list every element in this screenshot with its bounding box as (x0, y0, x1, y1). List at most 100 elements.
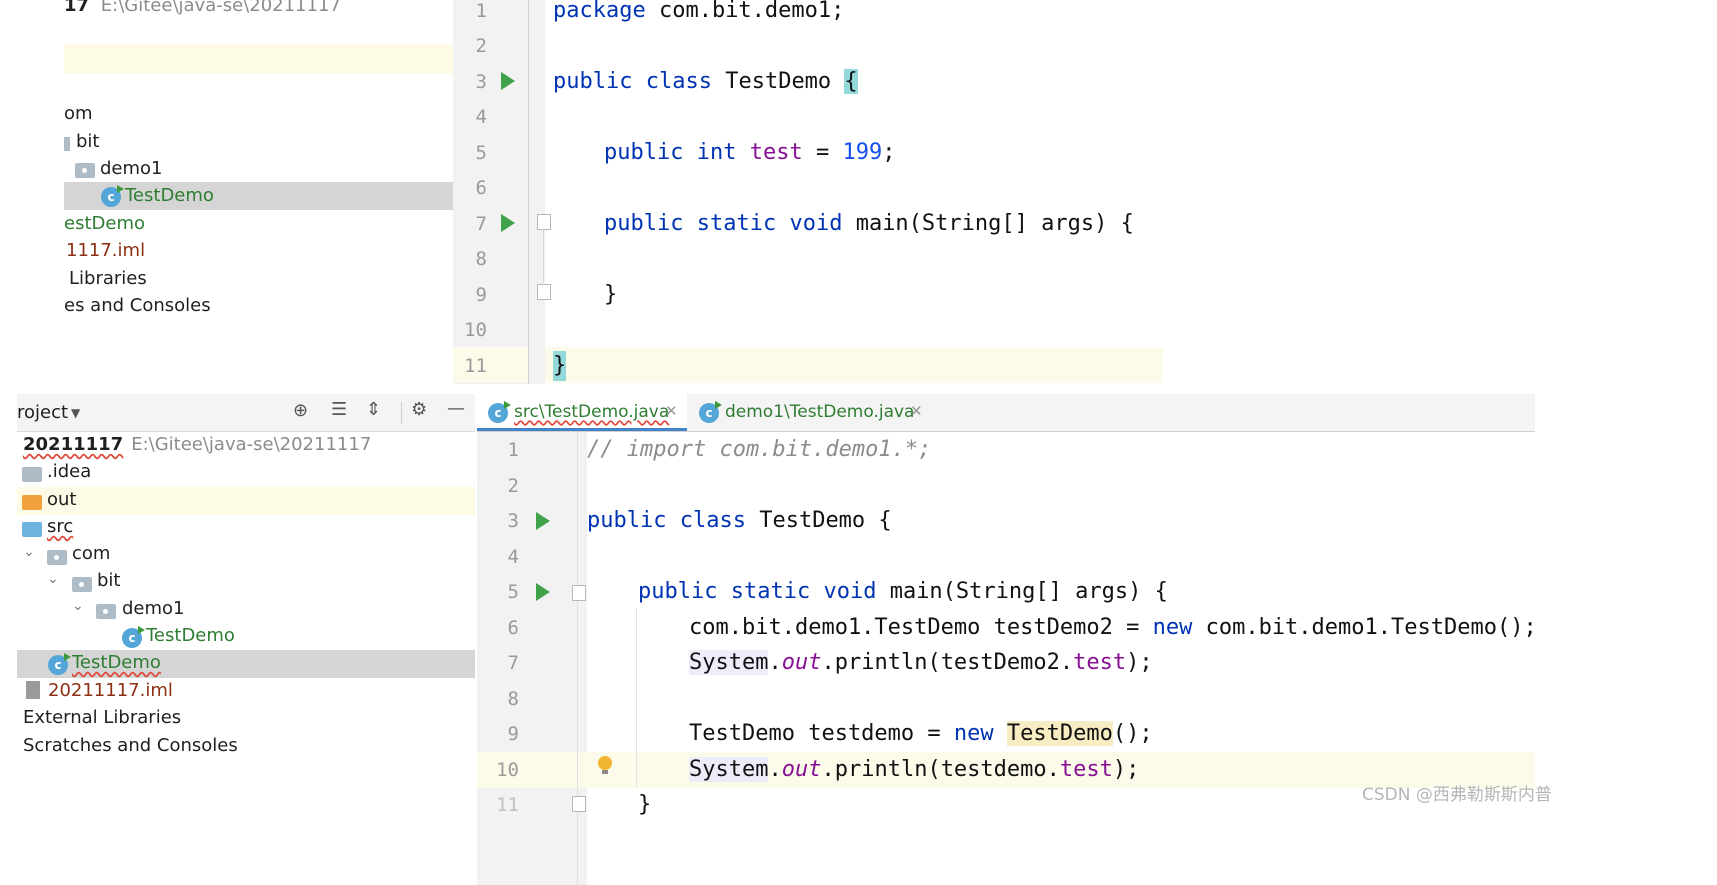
top-project-tree: 17 E:\Gitee\java-se\20211117 om bit demo… (64, 0, 453, 380)
line-number: 1 (507, 439, 519, 461)
gutter-divider (577, 432, 578, 885)
collapse-all-icon[interactable]: ⇕ (366, 399, 381, 420)
run-icon[interactable] (501, 214, 515, 232)
chevron-down-icon[interactable]: ▼ (71, 406, 80, 420)
code-line-3[interactable]: public class TestDemo { (587, 506, 892, 536)
tree-item-testdemo-pkg[interactable]: TestDemo (146, 624, 235, 648)
code-line-5[interactable]: public static void main(String[] args) { (638, 577, 1168, 607)
current-line-highlight (545, 347, 1163, 383)
code-line-7[interactable]: public static void main(String[] args) { (604, 209, 1134, 239)
code-line-11[interactable]: } (638, 790, 651, 820)
folder-icon (22, 464, 42, 483)
lightbulb-icon[interactable] (598, 756, 612, 770)
top-tree-com[interactable]: om (64, 102, 93, 126)
code-line-11[interactable]: } (553, 351, 567, 381)
tree-item-idea[interactable]: .idea (47, 460, 91, 484)
top-tree-highlight-row (64, 44, 453, 74)
line-number: 5 (507, 581, 519, 603)
indent-guide (636, 608, 637, 788)
code-line-10[interactable]: System.out.println(testdemo.test); (689, 755, 1139, 785)
line-number: 6 (507, 617, 519, 639)
root-path: E:\Gitee\java-se\20211117 (100, 0, 341, 16)
tab-label: demo1\TestDemo.java (725, 402, 915, 422)
top-tree-testdemo-root[interactable]: estDemo (64, 212, 145, 236)
tree-root[interactable]: 20211117 E:\Gitee\java-se\20211117 (23, 433, 371, 457)
run-icon[interactable] (536, 512, 550, 530)
top-editor: 1 2 3 4 5 6 7 8 9 10 11 package com.bit.… (453, 0, 1163, 384)
java-class-icon: c (488, 400, 511, 423)
tree-item-external-libraries[interactable]: External Libraries (23, 706, 181, 730)
code-line-5[interactable]: public int test = 199; (604, 138, 895, 168)
code-line-9[interactable]: } (604, 280, 617, 310)
tree-item-src[interactable]: src (47, 515, 73, 539)
close-icon[interactable]: ✕ (910, 402, 923, 420)
top-tree-external-libraries[interactable]: Libraries (69, 267, 147, 291)
fold-icon[interactable] (572, 796, 586, 812)
tab-src-testdemo[interactable]: c src\TestDemo.java ✕ (477, 394, 687, 431)
java-class-icon: c (48, 652, 71, 675)
line-number: 11 (464, 355, 487, 377)
code-line-3[interactable]: public class TestDemo { (553, 67, 858, 97)
code-line-1[interactable]: // import com.bit.demo1.*; (587, 435, 931, 465)
top-tree-testdemo-selected[interactable]: TestDemo (125, 184, 214, 208)
expand-all-icon[interactable]: ☰ (331, 399, 347, 420)
fold-icon[interactable] (572, 585, 586, 601)
chevron-down-icon[interactable]: ⌄ (23, 544, 35, 560)
bottom-editor: 1 2 3 4 5 6 7 8 9 10 11 // import com.bi… (477, 432, 1537, 885)
java-class-icon: c (699, 400, 722, 423)
brace-match-highlight: { (844, 69, 858, 94)
tree-item-out[interactable]: out (47, 488, 76, 512)
code-line-7[interactable]: System.out.println(testDemo2.test); (689, 648, 1153, 678)
run-icon[interactable] (536, 583, 550, 601)
top-tree-bit[interactable]: bit (76, 130, 99, 154)
chevron-down-icon[interactable]: ⌄ (47, 571, 59, 587)
line-number: 8 (475, 248, 487, 270)
gear-icon[interactable]: ⚙ (411, 399, 427, 420)
editor-tab-bar: c src\TestDemo.java ✕ c demo1\TestDemo.j… (477, 394, 1535, 432)
minimize-icon[interactable]: — (447, 398, 465, 419)
code-line-9[interactable]: TestDemo testdemo = new TestDemo(); (689, 719, 1153, 749)
project-panel-title[interactable]: roject (17, 401, 68, 425)
line-number: 2 (475, 35, 487, 57)
top-tree-scratches[interactable]: es and Consoles (64, 294, 211, 318)
line-number: 9 (475, 284, 487, 306)
run-icon[interactable] (501, 72, 515, 90)
line-number: 7 (475, 213, 487, 235)
code-line-1[interactable]: package com.bit.demo1; (553, 0, 844, 26)
chevron-down-icon[interactable]: ⌄ (72, 598, 84, 614)
tree-item-bit[interactable]: bit (97, 569, 120, 593)
line-number: 1 (475, 0, 487, 22)
tree-item-scratches[interactable]: Scratches and Consoles (23, 734, 238, 758)
line-number: 7 (507, 652, 519, 674)
close-icon[interactable]: ✕ (665, 402, 678, 420)
line-number: 8 (507, 688, 519, 710)
root-name: 17 (64, 0, 90, 16)
package-folder-icon (47, 547, 67, 566)
package-folder-icon (72, 574, 92, 593)
gutter-divider (528, 0, 529, 384)
top-tree-root[interactable]: 17 E:\Gitee\java-se\20211117 (64, 0, 341, 18)
tree-item-demo1[interactable]: demo1 (122, 597, 185, 621)
line-number: 10 (496, 759, 519, 781)
source-folder-icon (22, 519, 42, 538)
root-path: E:\Gitee\java-se\20211117 (131, 434, 372, 455)
package-folder-icon (96, 601, 116, 620)
line-number: 9 (507, 723, 519, 745)
locate-icon[interactable]: ⊕ (293, 400, 308, 421)
line-number: 4 (507, 546, 519, 568)
project-panel: roject ▼ ⊕ ☰ ⇕ ⚙ — 20211117 E:\Gitee\java… (17, 394, 475, 885)
tree-item-com[interactable]: com (72, 542, 110, 566)
package-folder-icon (75, 160, 95, 179)
tree-item-iml[interactable]: 20211117.iml (48, 679, 173, 703)
top-tree-demo1[interactable]: demo1 (100, 157, 163, 181)
code-line-6[interactable]: com.bit.demo1.TestDemo testDemo2 = new c… (689, 613, 1537, 643)
line-number: 6 (475, 177, 487, 199)
tree-item-testdemo-src[interactable]: TestDemo (72, 651, 161, 675)
fold-icon[interactable] (537, 214, 551, 230)
top-tree-iml[interactable]: 1117.iml (66, 239, 145, 263)
line-number: 3 (475, 71, 487, 93)
fold-icon[interactable] (537, 284, 551, 300)
watermark: CSDN @西弗勒斯斯内普 (1362, 785, 1552, 805)
tab-demo1-testdemo[interactable]: c demo1\TestDemo.java ✕ (687, 394, 927, 431)
highlighted-identifier: TestDemo (1006, 721, 1113, 746)
